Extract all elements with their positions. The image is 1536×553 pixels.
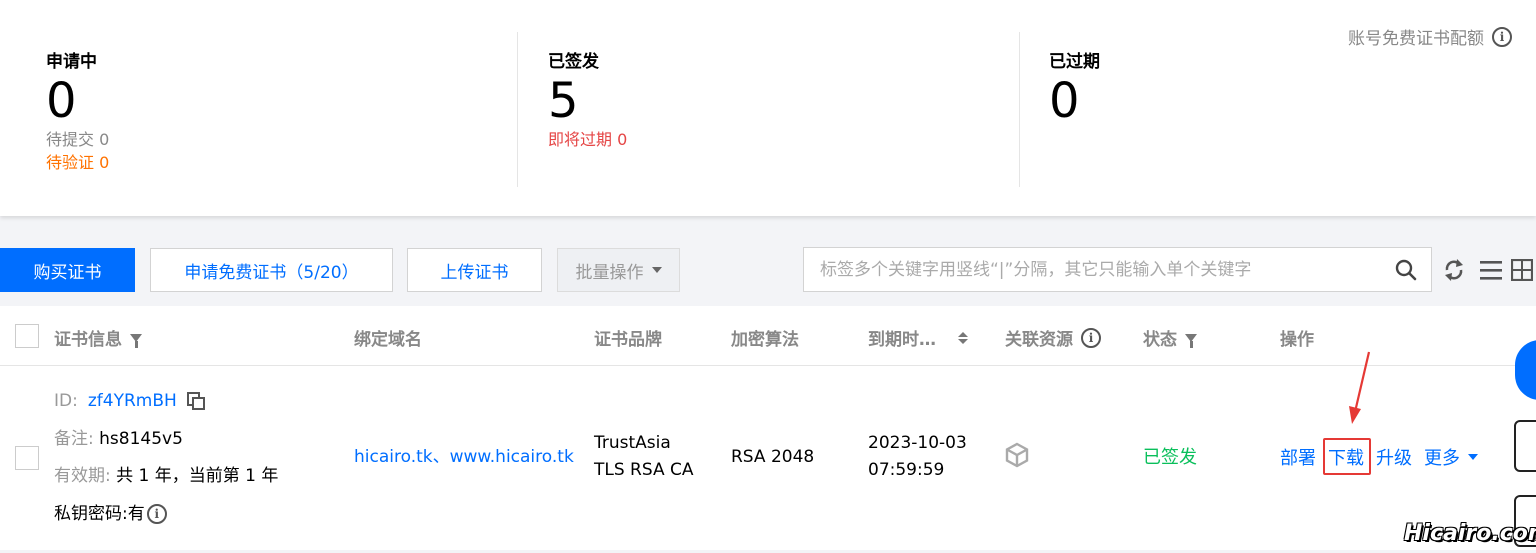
column-expiry[interactable]: 到期时… xyxy=(868,325,968,350)
stat-pending-submit[interactable]: 待提交 0 xyxy=(46,128,109,151)
expiry-time: 07:59:59 xyxy=(868,460,945,480)
chevron-down-icon xyxy=(651,267,662,273)
copy-icon[interactable] xyxy=(186,392,205,410)
cert-id: ID: zf4YRmBH xyxy=(54,388,205,414)
batch-operations-dropdown[interactable]: 批量操作 xyxy=(557,248,680,292)
stat-issued[interactable]: 已签发 5 即将过期 0 xyxy=(548,47,627,151)
stat-pending[interactable]: 申请中 0 待提交 0 待验证 0 xyxy=(46,47,109,174)
stat-issued-title: 已签发 xyxy=(548,52,599,72)
info-icon[interactable]: i xyxy=(1081,327,1101,348)
stat-expired[interactable]: 已过期 0 xyxy=(1049,47,1100,128)
stats-card: 申请中 0 待提交 0 待验证 0 已签发 5 即将过期 0 已过期 0 账号免… xyxy=(0,0,1536,216)
column-resources-label: 关联资源 xyxy=(1005,330,1073,350)
apply-free-certificate-button[interactable]: 申请免费证书（5/20） xyxy=(150,248,393,292)
grid-view-icon[interactable] xyxy=(1511,259,1533,281)
refresh-icon[interactable] xyxy=(1443,257,1465,283)
divider xyxy=(517,32,518,187)
cert-validity-label: 有效期: xyxy=(54,466,111,486)
cube-icon[interactable] xyxy=(1005,442,1029,468)
status-badge: 已签发 xyxy=(1143,447,1197,468)
cert-algorithm: RSA 2048 xyxy=(731,447,815,467)
list-view-icon[interactable] xyxy=(1480,259,1502,281)
stat-pending-verify[interactable]: 待验证 0 xyxy=(46,151,109,174)
column-expiry-label: 到期时… xyxy=(868,330,936,350)
column-resources: 关联资源 i xyxy=(1005,325,1101,350)
column-cert-info: 证书信息 xyxy=(54,325,142,350)
cert-remark-value: hs8145v5 xyxy=(99,429,183,449)
column-cert-info-label: 证书信息 xyxy=(54,330,122,350)
buy-certificate-button[interactable]: 购买证书 xyxy=(0,248,135,292)
cert-validity: 有效期: 共 1 年，当前第 1 年 xyxy=(54,463,278,489)
upgrade-link[interactable]: 升级 xyxy=(1376,444,1412,470)
side-tool-button[interactable] xyxy=(1514,420,1536,472)
column-status: 状态 xyxy=(1143,325,1197,350)
filter-icon[interactable] xyxy=(130,333,142,348)
cert-private-key-label: 私钥密码: xyxy=(54,504,128,524)
search-input[interactable] xyxy=(804,248,1364,291)
filter-icon[interactable] xyxy=(1185,333,1197,348)
search-icon[interactable] xyxy=(1395,259,1417,281)
search-box xyxy=(803,247,1432,292)
column-domain: 绑定域名 xyxy=(354,330,422,350)
cert-id-label: ID: xyxy=(54,391,78,411)
watermark: Hicairo.com xyxy=(1404,521,1536,546)
stat-pending-title: 申请中 xyxy=(46,52,97,72)
stat-issued-value: 5 xyxy=(548,73,579,129)
sort-icon[interactable] xyxy=(958,331,968,344)
bound-domains[interactable]: hicairo.tk、www.hicairo.tk xyxy=(354,444,574,470)
column-algorithm: 加密算法 xyxy=(731,330,799,350)
column-brand: 证书品牌 xyxy=(594,330,662,350)
more-dropdown[interactable]: 更多 xyxy=(1424,444,1478,470)
more-label: 更多 xyxy=(1424,448,1460,469)
info-icon[interactable]: i xyxy=(1492,26,1512,47)
cert-remark: 备注: hs8145v5 xyxy=(54,426,183,452)
cert-private-key: 私钥密码: 有 i xyxy=(54,501,167,527)
cert-private-key-value: 有 xyxy=(127,504,145,524)
info-icon[interactable]: i xyxy=(146,504,167,524)
free-quota-link[interactable]: 账号免费证书配额 i xyxy=(1348,24,1512,49)
column-actions: 操作 xyxy=(1280,330,1314,350)
select-all-checkbox[interactable] xyxy=(15,324,39,348)
certificate-table: 证书信息 绑定域名 证书品牌 加密算法 到期时… 关联资源 i 状态 操作 ID… xyxy=(0,306,1536,550)
table-header: 证书信息 绑定域名 证书品牌 加密算法 到期时… 关联资源 i 状态 操作 xyxy=(0,306,1536,366)
cert-id-link[interactable]: zf4YRmBH xyxy=(88,388,177,414)
stat-expiring-soon[interactable]: 即将过期 0 xyxy=(548,128,627,151)
cert-brand-line1: TrustAsia xyxy=(594,433,671,453)
upload-certificate-button[interactable]: 上传证书 xyxy=(407,248,542,292)
column-status-label: 状态 xyxy=(1143,330,1177,350)
cert-remark-label: 备注: xyxy=(54,429,94,449)
batch-operations-label: 批量操作 xyxy=(575,262,644,283)
cert-brand-line2: TLS RSA CA xyxy=(594,460,694,480)
cert-validity-value: 共 1 年，当前第 1 年 xyxy=(116,466,279,486)
download-highlight-box xyxy=(1323,438,1371,475)
chevron-down-icon xyxy=(1468,454,1478,460)
expiry-date: 2023-10-03 xyxy=(868,433,967,453)
deploy-link[interactable]: 部署 xyxy=(1280,444,1316,470)
stat-expired-title: 已过期 xyxy=(1049,52,1100,72)
row-checkbox[interactable] xyxy=(15,446,39,470)
stat-expired-value: 0 xyxy=(1049,73,1080,129)
stat-pending-value: 0 xyxy=(46,73,77,129)
free-quota-label: 账号免费证书配额 xyxy=(1348,29,1484,49)
red-arrow-annotation xyxy=(1349,351,1371,424)
divider xyxy=(1019,32,1020,187)
